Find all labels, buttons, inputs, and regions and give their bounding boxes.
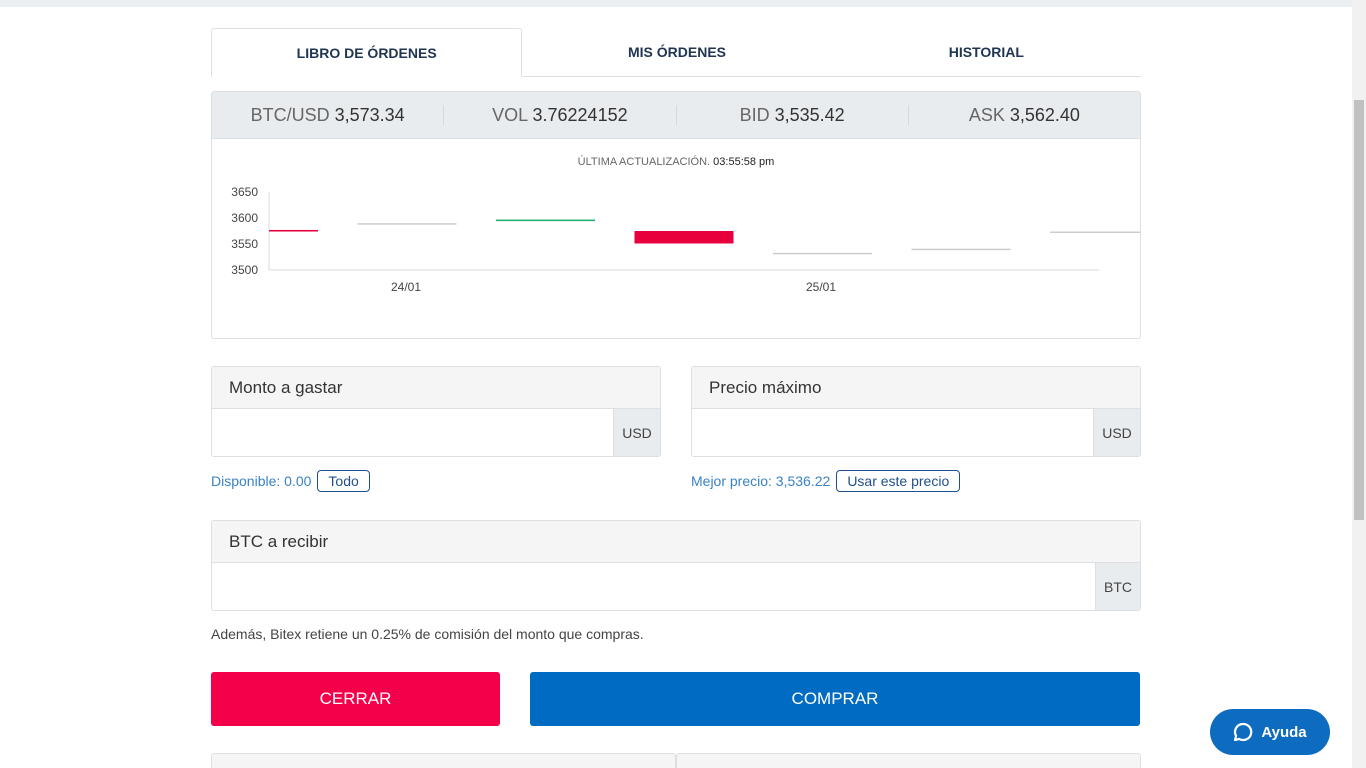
tab-my-orders[interactable]: MIS ÓRDENES xyxy=(522,28,831,76)
bottom-card-right xyxy=(676,753,1141,768)
tabs: LIBRO DE ÓRDENES MIS ÓRDENES HISTORIAL xyxy=(211,28,1141,77)
amount-input[interactable] xyxy=(212,409,613,456)
candle xyxy=(496,219,595,222)
x-tick-label: 24/01 xyxy=(391,280,421,294)
available-text: Disponible: 0.00 xyxy=(211,473,312,489)
top-bar xyxy=(0,0,1352,7)
price-label: Precio máximo xyxy=(692,367,1140,409)
y-tick-label: 3600 xyxy=(231,211,258,225)
btc-label: BTC a recibir xyxy=(212,521,1140,563)
chat-icon xyxy=(1234,722,1253,742)
candle xyxy=(773,252,872,255)
y-tick-label: 3650 xyxy=(231,185,258,199)
scrollbar-thumb[interactable] xyxy=(1354,100,1364,520)
amount-label: Monto a gastar xyxy=(212,367,660,409)
candle xyxy=(357,223,457,225)
close-button[interactable]: CERRAR xyxy=(211,672,500,726)
scrollbar[interactable] xyxy=(1352,0,1366,768)
y-tick-label: 3500 xyxy=(231,263,258,277)
use-price-button[interactable]: Usar este precio xyxy=(836,470,961,492)
candle xyxy=(1050,231,1140,234)
buy-button[interactable]: COMPRAR xyxy=(530,672,1140,726)
help-label: Ayuda xyxy=(1261,723,1307,741)
tab-order-book[interactable]: LIBRO DE ÓRDENES xyxy=(211,28,523,77)
x-tick-label: 25/01 xyxy=(806,280,836,294)
btc-input[interactable] xyxy=(212,563,1095,610)
price-field: Precio máximo USD xyxy=(691,366,1141,457)
best-price-text: Mejor precio: 3,536.22 xyxy=(691,473,831,489)
candle xyxy=(911,248,1011,251)
btc-field: BTC a recibir BTC xyxy=(211,520,1141,611)
tab-history[interactable]: HISTORIAL xyxy=(832,28,1141,76)
available-row: Disponible: 0.00 Todo xyxy=(211,470,370,492)
y-tick-label: 3550 xyxy=(231,237,258,251)
amount-field: Monto a gastar USD xyxy=(211,366,661,457)
candlestick-chart: 3650 3600 3550 3500 24/01 25/01 xyxy=(231,185,1140,294)
bottom-card-left xyxy=(211,753,676,768)
price-input[interactable] xyxy=(692,409,1093,456)
candle xyxy=(269,229,318,232)
best-price-row: Mejor precio: 3,536.22 Usar este precio xyxy=(691,470,961,492)
amount-unit: USD xyxy=(613,409,660,456)
btc-unit: BTC xyxy=(1095,563,1140,610)
candle xyxy=(634,231,734,244)
commission-note: Además, Bitex retiene un 0.25% de comisi… xyxy=(211,626,644,642)
ticker-panel: BTC/USD 3,573.34 VOL 3.76224152 BID 3,53… xyxy=(211,91,1141,339)
price-unit: USD xyxy=(1093,409,1140,456)
use-all-button[interactable]: Todo xyxy=(317,470,370,492)
help-button[interactable]: Ayuda xyxy=(1210,709,1330,755)
